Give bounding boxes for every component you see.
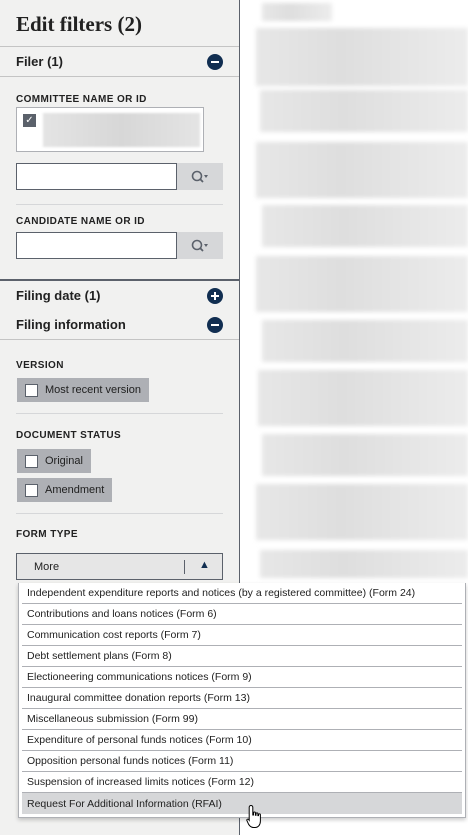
committee-label: COMMITTEE NAME OR ID (16, 94, 147, 105)
dropdown-option[interactable]: Electioneering communications notices (F… (22, 667, 462, 688)
collapse-icon[interactable] (207, 53, 223, 70)
accordion-filing-information[interactable]: Filing information (0, 310, 239, 339)
search-icon (191, 239, 208, 252)
checkbox-icon (25, 383, 38, 397)
checkbox-icon (25, 454, 38, 468)
accordion-filing-date[interactable]: Filing date (1) (0, 281, 239, 310)
dropdown-option-hovered[interactable]: Request For Additional Information (RFAI… (22, 793, 462, 814)
checkbox-icon (25, 483, 38, 497)
amendment-checkbox[interactable]: Amendment (17, 478, 113, 502)
divider (16, 513, 223, 514)
form-type-select-value: More (34, 560, 60, 573)
accordion-filer[interactable]: Filer (1) (0, 47, 239, 76)
checkbox-label: Original (45, 455, 83, 467)
checkbox-checked-icon[interactable]: ✓ (23, 114, 36, 127)
accordion-filer-label: Filer (1) (16, 54, 63, 69)
hand-cursor-icon (246, 804, 261, 828)
document-status-label: DOCUMENT STATUS (16, 430, 122, 441)
candidate-label: CANDIDATE NAME OR ID (16, 216, 145, 227)
search-icon (191, 170, 208, 183)
most-recent-version-checkbox[interactable]: Most recent version (17, 378, 149, 402)
dropdown-option[interactable]: Communication cost reports (Form 7) (22, 625, 462, 646)
dropdown-option[interactable]: Miscellaneous submission (Form 99) (22, 709, 462, 730)
divider (16, 413, 223, 414)
form-type-dropdown: Independent expenditure reports and noti… (18, 583, 466, 818)
caret-up-icon[interactable]: ▲ (199, 559, 210, 571)
candidate-search-input[interactable] (16, 232, 177, 259)
candidate-search (16, 232, 223, 259)
expand-icon[interactable] (207, 287, 223, 304)
committee-search-input[interactable] (16, 163, 177, 190)
version-label: VERSION (16, 360, 64, 371)
accordion-filing-information-label: Filing information (16, 317, 126, 332)
panel-title: Edit filters (2) (0, 0, 239, 47)
checkbox-label: Most recent version (45, 384, 141, 396)
divider (0, 76, 239, 77)
dropdown-option[interactable]: Expenditure of personal funds notices (F… (22, 730, 462, 751)
dropdown-option[interactable]: Debt settlement plans (Form 8) (22, 646, 462, 667)
divider (16, 204, 223, 205)
committee-search-button[interactable] (177, 163, 223, 190)
dropdown-option[interactable]: Contributions and loans notices (Form 6) (22, 604, 462, 625)
form-type-select[interactable]: More ▲ (16, 553, 223, 580)
checkbox-label: Amendment (45, 484, 105, 496)
candidate-search-button[interactable] (177, 232, 223, 259)
original-checkbox[interactable]: Original (17, 449, 91, 473)
dropdown-option[interactable]: Independent expenditure reports and noti… (22, 583, 462, 604)
form-type-label: FORM TYPE (16, 529, 78, 540)
committee-search (16, 163, 223, 190)
select-separator (184, 560, 185, 574)
dropdown-option[interactable]: Suspension of increased limits notices (… (22, 772, 462, 793)
divider (0, 339, 239, 340)
dropdown-option[interactable]: Opposition personal funds notices (Form … (22, 751, 462, 772)
collapse-icon[interactable] (207, 316, 223, 333)
redacted-committee-name (43, 113, 200, 147)
dropdown-option[interactable]: Inaugural committee donation reports (Fo… (22, 688, 462, 709)
committee-selected-tag: ✓ (16, 107, 204, 152)
accordion-filing-date-label: Filing date (1) (16, 288, 101, 303)
